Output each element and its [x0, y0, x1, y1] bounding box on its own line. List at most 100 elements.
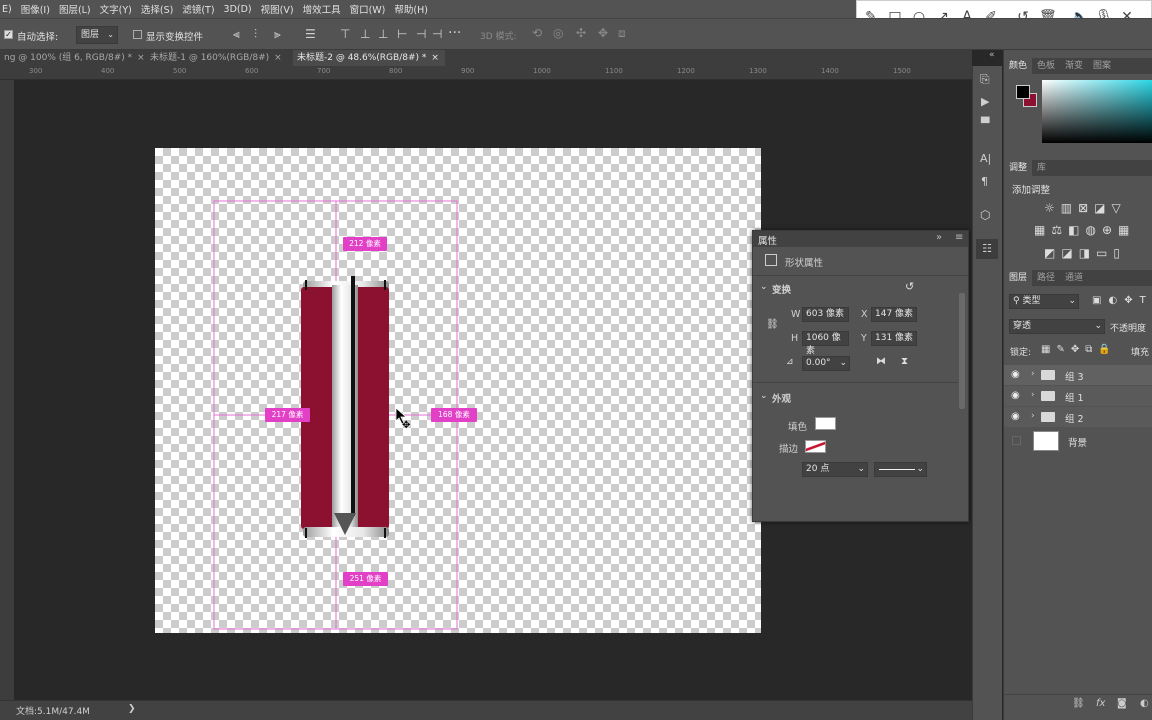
reset-icon[interactable]: ↺ — [905, 280, 914, 293]
lock-all-icon[interactable]: 🔒 — [1098, 344, 1116, 355]
tab-paths[interactable]: 路径 — [1032, 270, 1060, 286]
status-bar: 文档:5.1M/47.4M ❯ — [0, 700, 972, 720]
color-lookup-icon[interactable]: ▦ — [1118, 223, 1135, 237]
hue-sat-icon[interactable]: ▦ — [1034, 223, 1051, 237]
layer-name: 背景 — [1068, 438, 1088, 449]
properties-toggle-icon[interactable]: ☷ — [976, 239, 998, 259]
black-white-icon[interactable]: ◧ — [1068, 223, 1085, 237]
lock-artboard-icon[interactable]: ⧉ — [1085, 344, 1098, 355]
lipstick-center-line — [351, 276, 355, 516]
panel-menu-icon[interactable]: ≡ — [955, 232, 963, 243]
layer-filter-icons: ▣◐✥T — [1092, 295, 1152, 306]
chevron-down-icon: ⌄ — [857, 464, 865, 474]
layer-thumbnail — [1033, 431, 1059, 451]
divider — [753, 382, 958, 383]
cursor-move-icon: ✥ — [395, 407, 410, 431]
mask-icon[interactable]: ◙ — [1117, 698, 1127, 709]
visibility-off-box[interactable] — [1012, 436, 1021, 445]
transform-chevron-icon[interactable]: ⌄ — [760, 282, 768, 292]
layer-row[interactable]: ◉ › 组 2 — [1004, 407, 1152, 427]
expand-chevron-icon[interactable]: › — [1031, 390, 1035, 400]
measure-label-right: 168 像素 — [431, 408, 477, 422]
flip-vertical-icon[interactable]: ⧗ — [901, 356, 908, 367]
svg-text:✥: ✥ — [402, 420, 410, 431]
layer-filter-dropdown[interactable]: ⚲ 类型 ⌄ — [1009, 294, 1079, 309]
levels-icon[interactable]: ▥ — [1061, 201, 1078, 215]
brightness-icon[interactable]: ☼ — [1044, 201, 1061, 215]
stroke-size-field[interactable]: 20 点 ⌄ — [802, 462, 868, 477]
chevron-down-icon: ⌄ — [1094, 321, 1102, 331]
adjustment-icons-row-3: ◩◪◨▭▯ — [1044, 246, 1126, 260]
link-layers-icon[interactable]: ⛓ — [1072, 698, 1085, 709]
properties-panel: 属性 » ≡ 形状属性 ⌄ 变换 ↺ ⛓ W 603 像素 X 147 像素 H… — [752, 230, 969, 522]
link-icon[interactable]: ⛓ — [766, 319, 779, 330]
tab-gradient[interactable]: 渐变 — [1060, 58, 1088, 74]
flip-horizontal-icon[interactable]: ⧓ — [876, 356, 886, 367]
blend-mode-dropdown[interactable]: 穿透 ⌄ — [1009, 319, 1105, 334]
filter-pixel-icon[interactable]: ▣ — [1092, 295, 1108, 306]
appearance-chevron-icon[interactable]: ⌄ — [760, 391, 768, 401]
width-field[interactable]: 603 像素 — [802, 307, 849, 322]
threshold-icon[interactable]: ◨ — [1079, 246, 1096, 260]
collapse-icon[interactable]: « — [989, 50, 995, 60]
tab-channels[interactable]: 通道 — [1060, 270, 1088, 286]
exposure-icon[interactable]: ◪ — [1094, 201, 1111, 215]
layer-row[interactable]: 背景 — [1004, 430, 1152, 452]
status-arrow-icon[interactable]: ❯ — [128, 704, 136, 714]
curves-icon[interactable]: ⊠ — [1078, 201, 1094, 215]
w-label: W — [791, 309, 801, 320]
filter-adjust-icon[interactable]: ◐ — [1108, 295, 1124, 306]
lock-transparency-icon[interactable]: ▦ — [1041, 344, 1056, 355]
history-icon[interactable]: ⎘ — [980, 72, 990, 87]
color-panel-tabs: 颜色 色板 渐变 图案 — [1004, 58, 1152, 74]
stroke-swatch[interactable] — [805, 440, 826, 453]
filter-type-icon[interactable]: T — [1140, 295, 1152, 306]
comment-icon[interactable]: ▀ — [981, 117, 989, 130]
vibrance-icon[interactable]: ▽ — [1112, 201, 1127, 215]
stroke-line-preview — [879, 469, 915, 470]
expand-chevron-icon[interactable]: › — [1031, 369, 1035, 379]
tab-color[interactable]: 颜色 — [1004, 58, 1033, 74]
lock-pixels-icon[interactable]: ✎ — [1056, 344, 1070, 355]
tab-layers[interactable]: 图层 — [1004, 270, 1033, 286]
invert-icon[interactable]: ◩ — [1044, 246, 1061, 260]
tab-swatches[interactable]: 色板 — [1032, 58, 1060, 74]
play-icon[interactable]: ▶ — [981, 95, 989, 108]
visibility-icon[interactable]: ◉ — [1011, 369, 1020, 380]
height-field[interactable]: 1060 像素 — [802, 331, 849, 356]
channel-mixer-icon[interactable]: ⊕ — [1102, 223, 1118, 237]
fx-icon[interactable]: fx — [1096, 698, 1105, 709]
photo-filter-icon[interactable]: ◍ — [1085, 223, 1101, 237]
panel-icon-column: ⎘ ▶ ▀ A| ¶ ⬡ ☷ — [972, 66, 1002, 720]
stroke-style-field[interactable]: ⌄ — [874, 462, 927, 477]
visibility-icon[interactable]: ◉ — [1011, 411, 1020, 422]
visibility-icon[interactable]: ◉ — [1011, 390, 1020, 401]
gradient-map-icon[interactable]: ▭ — [1096, 246, 1113, 260]
color-balance-icon[interactable]: ⚖ — [1051, 223, 1068, 237]
properties-scrollbar[interactable] — [959, 293, 965, 409]
lock-icons: ▦✎✥⧉🔒 — [1041, 344, 1117, 355]
fill-swatch[interactable] — [815, 417, 836, 430]
layers-footer: ⛓ fx ◙ ◐ — [1004, 694, 1152, 714]
angle-field[interactable]: 0.00° ⌄ — [802, 356, 850, 371]
paragraph-icon[interactable]: ¶ — [981, 175, 988, 188]
tab-libraries[interactable]: 库 — [1032, 160, 1051, 176]
layer-row[interactable]: ◉ › 组 3 — [1004, 365, 1152, 385]
expand-chevron-icon[interactable]: › — [1031, 411, 1035, 421]
selective-color-icon[interactable]: ▯ — [1113, 246, 1126, 260]
color-picker-field[interactable] — [1042, 80, 1152, 143]
posterize-icon[interactable]: ◪ — [1061, 246, 1078, 260]
layer-name: 组 1 — [1065, 393, 1084, 404]
tab-pattern[interactable]: 图案 — [1088, 58, 1116, 74]
3d-cube-icon[interactable]: ⬡ — [980, 208, 990, 222]
filter-shape-icon[interactable]: ✥ — [1124, 295, 1139, 306]
foreground-color-swatch[interactable] — [1016, 85, 1030, 99]
adjustment-layer-icon[interactable]: ◐ — [1140, 698, 1149, 709]
lock-position-icon[interactable]: ✥ — [1071, 344, 1085, 355]
character-icon[interactable]: A| — [980, 152, 991, 165]
x-field[interactable]: 147 像素 — [871, 307, 917, 322]
y-field[interactable]: 131 像素 — [871, 331, 917, 346]
tab-adjustments[interactable]: 调整 — [1004, 160, 1033, 176]
layer-row[interactable]: ◉ › 组 1 — [1004, 386, 1152, 406]
collapse-icon[interactable]: » — [936, 232, 942, 243]
